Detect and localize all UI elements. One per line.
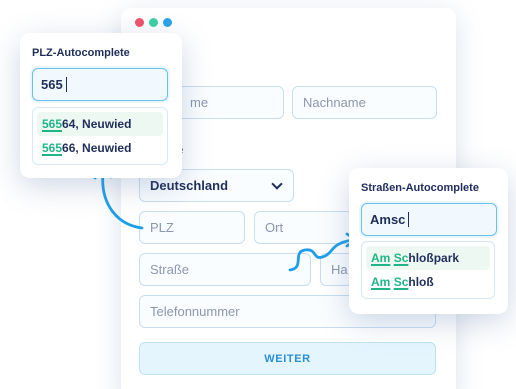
plz-autocomplete-popup: PLZ-Autocomplete 565 565 64, Neuwied 565 6… bbox=[20, 33, 182, 178]
plz-autocomplete-input[interactable]: 565 bbox=[32, 68, 168, 101]
plz-suggestion-list: 565 64, Neuwied 565 66, Neuwied bbox=[32, 107, 168, 165]
street-autocomplete-popup: Straßen-Autocomplete Amsc Am Sc hloßpark … bbox=[349, 168, 508, 314]
plz-suggestion-item[interactable]: 565 66, Neuwied bbox=[37, 136, 163, 160]
street-input-value: Amsc bbox=[370, 212, 406, 227]
street-arrow-icon bbox=[288, 238, 354, 272]
street-popup-title: Straßen-Autocomplete bbox=[361, 182, 479, 194]
plz-suggestion-code-rest: 64 bbox=[62, 117, 76, 131]
plz-suggestion-city: , Neuwied bbox=[75, 141, 132, 155]
plz-input-value: 565 bbox=[41, 77, 63, 92]
plz-suggestion-match: 565 bbox=[42, 141, 63, 155]
text-caret-icon bbox=[408, 212, 410, 227]
street-suggestion-match-1: Am bbox=[371, 251, 391, 265]
street-suggestion-item[interactable]: Am Sc hloß bbox=[366, 270, 490, 294]
street-suggestion-list: Am Sc hloßpark Am Sc hloß bbox=[361, 241, 495, 299]
street-suggestion-match-2: Sc bbox=[393, 251, 409, 265]
street-suggestion-match-1: Am bbox=[371, 275, 391, 289]
street-suggestion-item[interactable]: Am Sc hloßpark bbox=[366, 246, 490, 270]
street-autocomplete-input[interactable]: Amsc bbox=[361, 203, 497, 236]
text-caret-icon bbox=[65, 77, 67, 92]
plz-suggestion-city: , Neuwied bbox=[75, 117, 132, 131]
plz-arrow-icon bbox=[101, 170, 144, 230]
street-suggestion-match-2: Sc bbox=[393, 275, 409, 289]
plz-suggestion-item[interactable]: 565 64, Neuwied bbox=[37, 112, 163, 136]
street-suggestion-rest: hloß bbox=[408, 275, 434, 289]
plz-suggestion-code-rest: 66 bbox=[62, 141, 76, 155]
plz-popup-title: PLZ-Autocomplete bbox=[32, 47, 130, 59]
street-suggestion-rest: hloßpark bbox=[408, 251, 460, 265]
plz-suggestion-match: 565 bbox=[42, 117, 63, 131]
